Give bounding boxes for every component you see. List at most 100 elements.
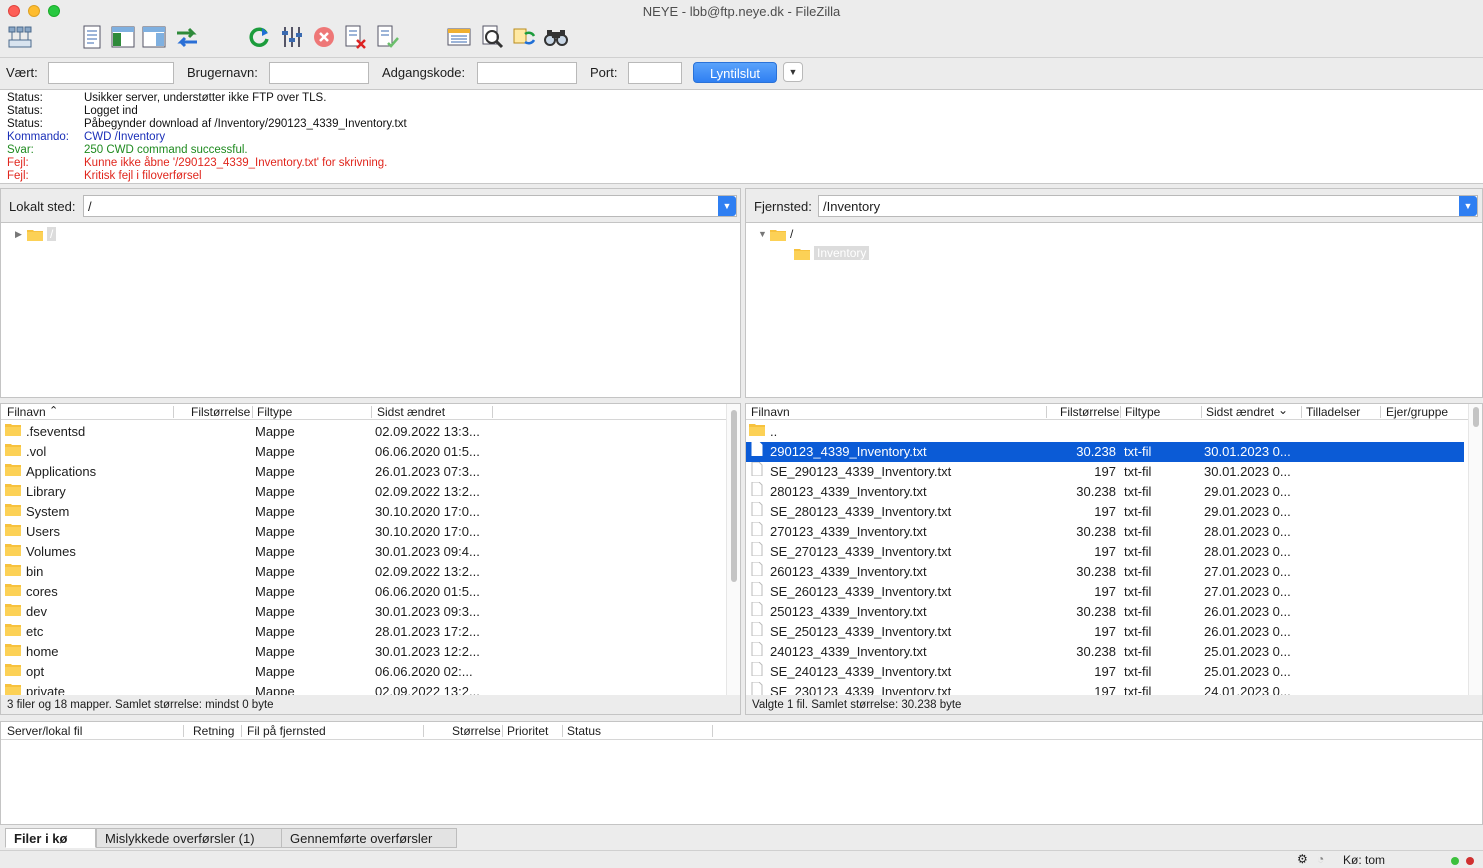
- tab-queued-files[interactable]: Filer i kø: [5, 828, 96, 848]
- local-col-modified[interactable]: Sidst ændret: [377, 405, 445, 419]
- remote-col-size[interactable]: Filstørrelse: [1060, 405, 1119, 419]
- remote-file-row[interactable]: SE_270123_4339_Inventory.txt 197 txt-fil 28…: [746, 542, 1464, 562]
- cancel-icon[interactable]: [311, 24, 337, 50]
- toggle-local-tree-icon[interactable]: [110, 24, 136, 50]
- speed-limit-icon[interactable]: ◔: [1317, 852, 1324, 866]
- remote-file-row[interactable]: 240123_4339_Inventory.txt 30.238 txt-fil 25…: [746, 642, 1464, 662]
- file-modified: 30.10.2020 17:0...: [375, 504, 480, 519]
- local-file-row[interactable]: private Mappe 02.09.2022 13:2...: [1, 682, 722, 695]
- expand-arrow-icon[interactable]: ▶: [15, 229, 27, 240]
- directory-listing-filter-icon[interactable]: [446, 24, 472, 50]
- process-queue-icon[interactable]: [279, 24, 305, 50]
- file-type: txt-fil: [1124, 664, 1152, 679]
- search-icon[interactable]: [543, 24, 569, 50]
- remote-col-modified[interactable]: Sidst ændret: [1206, 405, 1274, 419]
- remote-col-type[interactable]: Filtype: [1125, 405, 1160, 419]
- local-file-row[interactable]: cores Mappe 06.06.2020 01:5...: [1, 582, 722, 602]
- remote-col-filename[interactable]: Filnavn: [751, 405, 790, 419]
- file-modified: 28.01.2023 0...: [1204, 544, 1291, 559]
- local-path-combo[interactable]: / ▼: [83, 195, 737, 217]
- remote-file-row-selected[interactable]: 290123_4339_Inventory.txt 30.238 txt-fil 30…: [746, 442, 1464, 462]
- local-file-row[interactable]: bin Mappe 02.09.2022 13:2...: [1, 562, 722, 582]
- log-line-label: Fejl:: [7, 170, 29, 182]
- folder-icon: [5, 664, 21, 676]
- network-config-icon[interactable]: ⚙: [1297, 852, 1308, 866]
- queue-col-remote-file[interactable]: Fil på fjernsted: [247, 724, 326, 738]
- file-size: 197: [1094, 544, 1116, 559]
- message-log[interactable]: Status: Usikker server, understøtter ikke…: [0, 89, 1483, 184]
- remote-file-row[interactable]: 250123_4339_Inventory.txt 30.238 txt-fil 26…: [746, 602, 1464, 622]
- remote-file-row[interactable]: ..: [746, 422, 1464, 442]
- scroll-thumb[interactable]: [731, 410, 737, 582]
- compare-icon[interactable]: [479, 24, 505, 50]
- local-tree-pane: Lokalt sted: / ▼ ▶ /: [0, 188, 741, 398]
- toggle-remote-tree-icon[interactable]: [141, 24, 167, 50]
- local-file-list[interactable]: Filnavn ⌃ Filstørrelse Filtype Sidst ænd…: [0, 403, 741, 696]
- remote-col-permissions[interactable]: Tilladelser: [1306, 405, 1360, 419]
- username-input[interactable]: [269, 62, 369, 84]
- queue-col-priority[interactable]: Prioritet: [507, 724, 548, 738]
- remote-file-row[interactable]: SE_280123_4339_Inventory.txt 197 txt-fil 29…: [746, 502, 1464, 522]
- local-file-row[interactable]: Users Mappe 30.10.2020 17:0...: [1, 522, 722, 542]
- sync-browsing-icon[interactable]: [511, 24, 537, 50]
- remote-site-bar: Fjernsted: /Inventory ▼: [746, 189, 1482, 223]
- disconnect-icon[interactable]: [342, 24, 368, 50]
- remote-col-owner[interactable]: Ejer/gruppe: [1386, 405, 1448, 419]
- chevron-down-icon[interactable]: ▼: [718, 196, 736, 216]
- local-file-row[interactable]: etc Mappe 28.01.2023 17:2...: [1, 622, 722, 642]
- toggle-log-icon[interactable]: [79, 24, 105, 50]
- queue-col-server-file[interactable]: Server/lokal fil: [7, 724, 82, 738]
- reconnect-icon[interactable]: [374, 24, 400, 50]
- transfer-queue[interactable]: Server/lokal fil Retning Fil på fjernste…: [0, 721, 1483, 825]
- local-file-row[interactable]: opt Mappe 06.06.2020 02:...: [1, 662, 722, 682]
- queue-col-direction[interactable]: Retning: [193, 724, 234, 738]
- local-file-row[interactable]: Volumes Mappe 30.01.2023 09:4...: [1, 542, 722, 562]
- quickconnect-bar: Vært: Brugernavn: Adgangskode: Port: Lyn…: [0, 58, 1483, 88]
- scroll-thumb[interactable]: [1473, 407, 1479, 427]
- queue-col-status[interactable]: Status: [567, 724, 601, 738]
- local-file-row[interactable]: Applications Mappe 26.01.2023 07:3...: [1, 462, 722, 482]
- remote-file-row[interactable]: SE_250123_4339_Inventory.txt 197 txt-fil 26…: [746, 622, 1464, 642]
- file-modified: 26.01.2023 0...: [1204, 624, 1291, 639]
- local-tree-root[interactable]: ▶ /: [15, 225, 57, 243]
- remote-file-list[interactable]: Filnavn Filstørrelse Filtype Sidst ændre…: [745, 403, 1483, 696]
- remote-file-row[interactable]: SE_260123_4339_Inventory.txt 197 txt-fil 27…: [746, 582, 1464, 602]
- local-file-row[interactable]: .vol Mappe 06.06.2020 01:5...: [1, 442, 722, 462]
- remote-file-row[interactable]: 260123_4339_Inventory.txt 30.238 txt-fil 27…: [746, 562, 1464, 582]
- remote-list-scrollbar[interactable]: [1468, 404, 1482, 695]
- local-file-row[interactable]: .fseventsd Mappe 02.09.2022 13:3...: [1, 422, 722, 442]
- remote-file-row[interactable]: SE_230123_4339_Inventory.txt 197 txt-fil 24…: [746, 682, 1464, 695]
- password-input[interactable]: [477, 62, 577, 84]
- remote-file-row[interactable]: SE_240123_4339_Inventory.txt 197 txt-fil 25…: [746, 662, 1464, 682]
- local-file-row[interactable]: home Mappe 30.01.2023 12:2...: [1, 642, 722, 662]
- quickconnect-button[interactable]: Lyntilslut: [693, 62, 777, 83]
- file-modified: 30.01.2023 12:2...: [375, 644, 480, 659]
- remote-file-row[interactable]: 270123_4339_Inventory.txt 30.238 txt-fil 28…: [746, 522, 1464, 542]
- remote-tree-inventory[interactable]: Inventory: [794, 244, 870, 262]
- local-file-row[interactable]: Library Mappe 02.09.2022 13:2...: [1, 482, 722, 502]
- refresh-icon[interactable]: [246, 24, 272, 50]
- quickconnect-history-dropdown[interactable]: ▼: [783, 62, 803, 82]
- port-input[interactable]: [628, 62, 682, 84]
- remote-tree-root[interactable]: ▼ /: [758, 225, 793, 243]
- download-led-icon: [1466, 857, 1474, 865]
- local-file-row[interactable]: dev Mappe 30.01.2023 09:3...: [1, 602, 722, 622]
- local-col-filename[interactable]: Filnavn: [7, 405, 46, 419]
- toggle-queue-icon[interactable]: [174, 24, 200, 50]
- queue-col-size[interactable]: Størrelse: [452, 724, 501, 738]
- chevron-down-icon[interactable]: ▼: [1459, 196, 1477, 216]
- local-list-scrollbar[interactable]: [726, 404, 740, 695]
- remote-path-combo[interactable]: /Inventory ▼: [818, 195, 1478, 217]
- remote-file-row[interactable]: SE_290123_4339_Inventory.txt 197 txt-fil 30…: [746, 462, 1464, 482]
- local-col-type[interactable]: Filtype: [257, 405, 292, 419]
- collapse-arrow-icon[interactable]: ▼: [758, 229, 770, 239]
- file-modified: 06.06.2020 02:...: [375, 664, 473, 679]
- remote-file-row[interactable]: 280123_4339_Inventory.txt 30.238 txt-fil 29…: [746, 482, 1464, 502]
- local-col-size[interactable]: Filstørrelse: [191, 405, 250, 419]
- folder-icon: [5, 484, 21, 496]
- local-file-row[interactable]: System Mappe 30.10.2020 17:0...: [1, 502, 722, 522]
- tab-failed-transfers[interactable]: Mislykkede overførsler (1): [96, 828, 282, 848]
- site-manager-icon[interactable]: [7, 24, 33, 50]
- tab-successful-transfers[interactable]: Gennemførte overførsler: [281, 828, 457, 848]
- host-input[interactable]: [48, 62, 174, 84]
